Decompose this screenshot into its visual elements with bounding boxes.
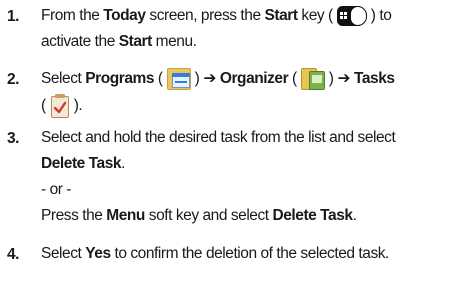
step-1-line-2: activate the Start menu. (41, 34, 197, 50)
text: to confirm the deletion of the selected … (110, 245, 389, 262)
text: ( (41, 97, 46, 115)
step-4-line-1: Select Yes to confirm the deletion of th… (41, 246, 389, 262)
instruction-page: 1. From the Today screen, press the Star… (0, 0, 457, 286)
step-3-number: 3. (7, 130, 20, 147)
text: ). (73, 97, 83, 115)
programs-folder-icon (165, 66, 193, 92)
delete-task-label: Delete Task (41, 155, 122, 172)
start-label: Start (118, 33, 153, 50)
or-separator: - or - (41, 182, 71, 198)
text: ) (194, 70, 200, 88)
text: ) (328, 70, 334, 88)
text: From the (41, 7, 104, 25)
text: screen, press the (145, 7, 265, 25)
text: activate the (41, 33, 119, 50)
start-label: Start (264, 7, 299, 25)
text: ) to (370, 7, 392, 25)
step-1-line-1: From the Today screen, press the Start k… (41, 5, 392, 27)
programs-label: Programs (85, 70, 155, 88)
step-4-number: 4. (7, 246, 20, 263)
organizer-folder-icon (299, 66, 327, 92)
step-3-line-4: Press the Menu soft key and select Delet… (41, 207, 357, 224)
arrow-icon: ➔ (203, 70, 216, 88)
text: Press the (41, 207, 107, 224)
tasks-clipboard-icon (48, 93, 72, 119)
arrow-icon: ➔ (337, 70, 351, 88)
text: - or - (41, 181, 72, 198)
text: ( (288, 70, 297, 88)
step-2-line-1: Select Programs ( ) ➔ Organizer ( ) ➔ Ta… (41, 66, 395, 92)
text: key ( (297, 7, 333, 25)
text: menu. (151, 33, 197, 50)
yes-label: Yes (85, 245, 111, 262)
text: Select (41, 245, 86, 262)
step-1-number: 1. (7, 8, 20, 25)
menu-label: Menu (106, 207, 145, 224)
step-3-line-1: Select and hold the desired task from th… (41, 129, 396, 146)
step-3-line-2: Delete Task . (41, 156, 125, 172)
tasks-label: Tasks (354, 70, 395, 88)
text: ( (154, 70, 163, 88)
start-key-icon (335, 5, 369, 27)
today-label: Today (103, 7, 146, 25)
text: . (121, 155, 125, 172)
text: soft key and select (144, 207, 273, 224)
delete-task-label: Delete Task (272, 207, 354, 224)
step-2-number: 2. (7, 71, 20, 88)
organizer-label: Organizer (219, 70, 289, 88)
text: . (352, 207, 357, 224)
text: Select (41, 70, 86, 88)
text: Select and hold the desired task from th… (41, 129, 396, 146)
step-2-line-2: ( ). (41, 93, 83, 119)
